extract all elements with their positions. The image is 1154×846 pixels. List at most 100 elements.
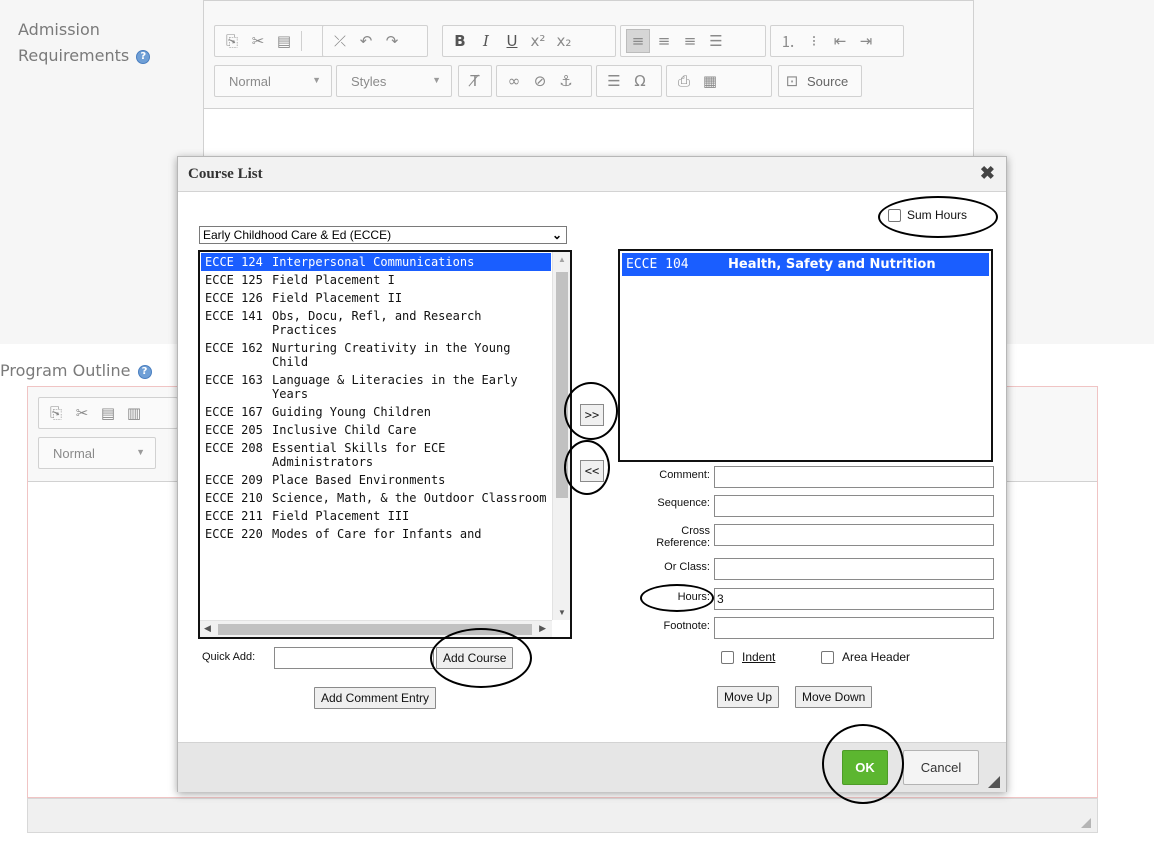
subscript-icon[interactable]: x₂ [552, 29, 576, 53]
paste-icon[interactable]: ▤ [272, 29, 296, 53]
course-list-item[interactable]: ECCE 125 Field Placement I [201, 271, 551, 289]
admission-requirements-editor[interactable]: ⎘ ✂ ▤ ⤫ ↶ ↷ B I U x² x₂ ≡ ≡ ≡ ☰ ⒈ ⁝ ⇤ ⇥ [203, 0, 974, 170]
course-list-item[interactable]: ECCE 209 Place Based Environments [201, 471, 551, 489]
editor-toolbar: ⎘ ✂ ▤ ⤫ ↶ ↷ B I U x² x₂ ≡ ≡ ≡ ☰ ⒈ ⁝ ⇤ ⇥ [204, 1, 973, 109]
styles-combo[interactable]: Styles ▼ [336, 65, 452, 97]
remove-format-icon[interactable]: ⤫ [328, 29, 352, 53]
link-icon[interactable]: ∞ [502, 69, 526, 93]
clear-format-group: T̸ [458, 65, 492, 97]
add-course-button[interactable]: Add Course [436, 647, 514, 669]
copy-icon[interactable]: ⎘ [44, 401, 68, 425]
course-list-item[interactable]: ECCE 124 Interpersonal Communications [201, 253, 551, 271]
indent-checkbox[interactable]: Indent [721, 650, 775, 664]
department-select[interactable]: Early Childhood Care & Ed (ECCE) ⌄ [199, 226, 567, 244]
course-name: Field Placement III [272, 509, 410, 523]
outdent-icon[interactable]: ⇤ [828, 29, 852, 53]
cut-icon[interactable]: ✂ [70, 401, 94, 425]
footnote-input[interactable] [714, 617, 994, 639]
course-code: ECCE 162 [205, 341, 263, 355]
underline-icon[interactable]: U [500, 29, 524, 53]
numbered-list-icon[interactable]: ⒈ [776, 29, 800, 53]
course-name: Guiding Young Children [272, 405, 431, 419]
or-class-input[interactable] [714, 558, 994, 580]
quick-add-input[interactable] [274, 647, 434, 669]
scroll-up-icon[interactable]: ▲ [558, 255, 566, 264]
indent-icon[interactable]: ⇥ [854, 29, 878, 53]
italic-icon[interactable]: I [474, 29, 498, 53]
hours-input[interactable]: 3 [714, 588, 994, 610]
course-list-item[interactable]: ECCE 211 Field Placement III [201, 507, 551, 525]
help-icon[interactable]: ? [137, 364, 152, 379]
align-center-icon[interactable]: ≡ [652, 29, 676, 53]
paste-icon[interactable]: ▤ [96, 401, 120, 425]
cancel-button[interactable]: Cancel [903, 750, 979, 785]
course-name: Modes of Care for Infants and [272, 527, 482, 541]
dialog-resize-grip-icon[interactable] [988, 776, 1000, 788]
selected-courses-list[interactable]: ECCE 104 Health, Safety and Nutrition [618, 249, 993, 462]
move-down-button[interactable]: Move Down [795, 686, 873, 708]
paste-text-icon[interactable]: ▥ [122, 401, 146, 425]
move-up-button[interactable]: Move Up [717, 686, 780, 708]
special-char-icon[interactable]: Ω [628, 69, 652, 93]
table-icon[interactable]: ▦ [698, 69, 722, 93]
course-list-item[interactable]: ECCE 126 Field Placement II [201, 289, 551, 307]
course-list-item[interactable]: ECCE 163 Language & Literacies in the Ear… [201, 371, 551, 403]
scroll-down-icon[interactable]: ▼ [558, 608, 566, 617]
course-list-item[interactable]: ECCE 162 Nurturing Creativity in the Youn… [201, 339, 551, 371]
bulleted-list-icon[interactable]: ⁝ [802, 29, 826, 53]
anchor-icon[interactable]: ⚓ [554, 69, 578, 93]
align-left-icon[interactable]: ≡ [626, 29, 650, 53]
ok-button[interactable]: OK [842, 750, 888, 785]
bold-icon[interactable]: B [448, 29, 472, 53]
justify-icon[interactable]: ☰ [704, 29, 728, 53]
scroll-right-icon[interactable]: ▶ [539, 623, 546, 634]
add-comment-entry-button[interactable]: Add Comment Entry [314, 687, 437, 709]
horizontal-scrollbar[interactable]: ◀ ▶ [200, 620, 552, 637]
horizontal-rule-icon[interactable]: ☰ [602, 69, 626, 93]
course-list-item[interactable]: ECCE 167 Guiding Young Children [201, 403, 551, 421]
add-to-selected-button[interactable]: >> [580, 404, 604, 426]
close-icon[interactable]: ✖ [980, 163, 995, 184]
course-code: ECCE 126 [205, 291, 263, 305]
unlink-icon[interactable]: ⊘ [528, 69, 552, 93]
format-combo[interactable]: Normal ▼ [38, 437, 156, 469]
sequence-input[interactable] [714, 495, 994, 517]
format-combo[interactable]: Normal ▼ [214, 65, 332, 97]
superscript-icon[interactable]: x² [526, 29, 550, 53]
scroll-left-icon[interactable]: ◀ [204, 623, 211, 634]
sum-hours-checkbox[interactable]: Sum Hours [888, 208, 967, 222]
align-right-icon[interactable]: ≡ [678, 29, 702, 53]
course-list-item[interactable]: ECCE 141 Obs, Docu, Refl, and Research Pr… [201, 307, 551, 339]
selected-course-row[interactable]: ECCE 104 Health, Safety and Nutrition [622, 253, 989, 276]
footnote-label: Footnote: [663, 620, 710, 632]
course-name: Field Placement II [272, 291, 403, 305]
template-icon[interactable]: ⎙ [672, 69, 696, 93]
area-header-checkbox[interactable]: Area Header [821, 650, 910, 664]
scrollbar-thumb[interactable] [218, 624, 532, 635]
remove-from-selected-button[interactable]: << [580, 460, 604, 482]
course-list-item[interactable]: ECCE 208 Essential Skills for ECE Adminis… [201, 439, 551, 471]
vertical-scrollbar[interactable]: ▲ ▼ [552, 252, 570, 620]
scrollbar-thumb[interactable] [556, 272, 568, 498]
checkbox-icon[interactable] [888, 208, 901, 222]
course-list-item[interactable]: ECCE 220 Modes of Care for Infants and [201, 525, 551, 543]
redo-icon[interactable]: ↷ [380, 29, 404, 53]
course-list-item[interactable]: ECCE 205 Inclusive Child Care [201, 421, 551, 439]
course-name: Obs, Docu, Refl, and Research Practices [272, 309, 482, 337]
checkbox-icon[interactable] [821, 650, 834, 664]
course-list-item[interactable]: ECCE 210 Science, Math, & the Outdoor Cla… [201, 489, 551, 507]
clipboard-group: ⎘ ✂ ▤ ▥ [38, 397, 178, 429]
checkbox-icon[interactable] [721, 650, 734, 664]
copy-icon[interactable]: ⎘ [220, 29, 244, 53]
comment-input[interactable] [714, 466, 994, 488]
source-button[interactable]: ⊡ Source [778, 65, 862, 97]
cut-icon[interactable]: ✂ [246, 29, 270, 53]
cross-reference-input[interactable] [714, 524, 994, 546]
help-icon[interactable]: ? [136, 49, 151, 64]
clear-format-icon[interactable]: T̸ [464, 69, 486, 93]
resize-grip-icon[interactable] [1081, 818, 1091, 828]
undo-icon[interactable]: ↶ [354, 29, 378, 53]
chevron-down-icon: ▼ [312, 75, 321, 85]
text-style-group: B I U x² x₂ [442, 25, 616, 57]
available-courses-list[interactable]: ECCE 124 Interpersonal Communications ECCE… [198, 250, 572, 639]
